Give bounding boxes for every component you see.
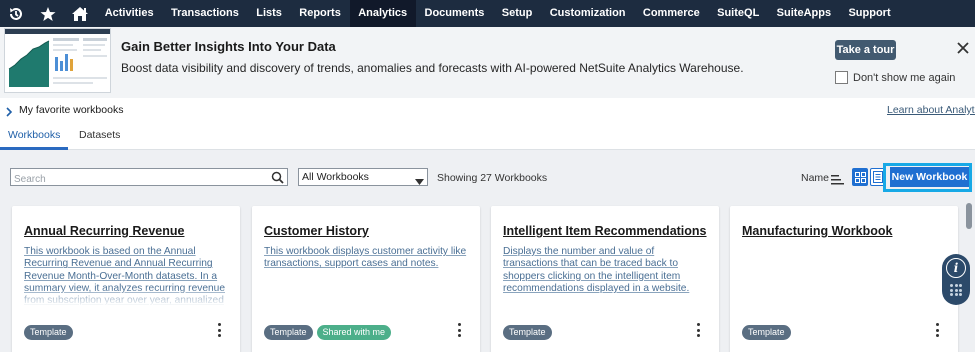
template-badge: Template (24, 325, 73, 340)
workbook-title[interactable]: Intelligent Item Recommendations (503, 224, 707, 238)
nav-commerce[interactable]: Commerce (634, 0, 708, 27)
nav-reports[interactable]: Reports (291, 0, 350, 27)
grid-view-toggle[interactable] (852, 168, 868, 186)
search-box (10, 168, 288, 189)
nav-customization[interactable]: Customization (541, 0, 634, 27)
tabs-bar: Workbooks Datasets (0, 122, 975, 150)
active-tab-indicator (0, 147, 68, 150)
workbook-card[interactable]: Intelligent Item Recommendations Display… (491, 206, 719, 352)
search-icon[interactable] (271, 171, 284, 189)
checkbox-box[interactable] (835, 71, 848, 84)
banner-title: Gain Better Insights Into Your Data (121, 39, 336, 54)
nav-analytics[interactable]: Analytics (349, 0, 416, 27)
badge-row: Template (24, 325, 73, 340)
nav-setup[interactable]: Setup (493, 0, 541, 27)
shared-with-me-badge: Shared with me (316, 325, 392, 340)
top-nav: Activities Transactions Lists Reports An… (0, 0, 975, 27)
more-options-icon[interactable] (216, 322, 222, 338)
help-widget[interactable]: i (942, 254, 970, 305)
workbook-title[interactable]: Customer History (264, 224, 369, 238)
sort-icon[interactable] (831, 172, 844, 190)
template-badge: Template (264, 325, 313, 340)
chevron-down-icon (415, 174, 424, 190)
nav-lists[interactable]: Lists (248, 0, 291, 27)
workbook-description: Displays the number and value of transac… (503, 246, 690, 294)
sort-by-name[interactable]: Name (801, 172, 829, 184)
workbook-title[interactable]: Manufacturing Workbook (742, 224, 892, 238)
banner-subtitle: Boost data visibility and discovery of t… (121, 61, 744, 75)
vertical-scrollbar[interactable] (966, 203, 972, 229)
tab-workbooks[interactable]: Workbooks (8, 129, 60, 141)
template-badge: Template (503, 325, 552, 340)
nav-support[interactable]: Support (840, 0, 900, 27)
close-icon[interactable] (955, 40, 971, 56)
workbook-filter-select[interactable]: All Workbooks (298, 168, 428, 186)
more-options-icon[interactable] (456, 322, 462, 338)
star-icon[interactable] (32, 0, 64, 27)
more-options-icon[interactable] (695, 322, 701, 338)
promo-banner: Gain Better Insights Into Your Data Boos… (0, 27, 975, 98)
workbook-title[interactable]: Annual Recurring Revenue (24, 224, 184, 238)
learn-about-analytics-link[interactable]: Learn about Analytics (887, 104, 975, 116)
info-icon[interactable]: i (946, 258, 966, 278)
grid-icon (854, 171, 866, 183)
home-icon[interactable] (64, 0, 96, 27)
tab-datasets[interactable]: Datasets (79, 129, 120, 141)
my-favorite-workbooks-toggle[interactable]: My favorite workbooks (19, 104, 123, 116)
workbook-card[interactable]: Manufacturing Workbook Template (730, 206, 958, 352)
nav-documents[interactable]: Documents (416, 0, 493, 27)
favorites-bar: My favorite workbooks Learn about Analyt… (0, 98, 975, 122)
badge-row: Template Shared with me (264, 325, 392, 340)
workbook-description: This workbook displays customer activity… (264, 246, 467, 270)
dont-show-again-label: Don't show me again (853, 71, 956, 84)
workbook-description: This workbook is based on the Annual Rec… (24, 246, 232, 306)
take-a-tour-button[interactable]: Take a tour (835, 40, 896, 60)
drag-handle-icon[interactable] (950, 284, 962, 296)
badge-row: Template (742, 325, 791, 340)
dont-show-again-checkbox[interactable]: Don't show me again (835, 71, 955, 84)
chevron-right-icon[interactable] (5, 104, 13, 122)
history-icon[interactable] (0, 0, 32, 27)
more-options-icon[interactable] (934, 322, 940, 338)
template-badge: Template (742, 325, 791, 340)
search-input[interactable] (11, 171, 266, 188)
workbook-filter-value: All Workbooks (302, 171, 369, 183)
banner-thumbnail (4, 28, 111, 93)
nav-suiteapps[interactable]: SuiteApps (768, 0, 840, 27)
list-icon (873, 171, 883, 183)
workbook-card[interactable]: Annual Recurring Revenue This workbook i… (12, 206, 240, 352)
badge-row: Template (503, 325, 552, 340)
nav-suiteql[interactable]: SuiteQL (708, 0, 768, 27)
new-workbook-button[interactable]: New Workbook (890, 167, 969, 187)
nav-activities[interactable]: Activities (96, 0, 162, 27)
workbook-count: Showing 27 Workbooks (437, 172, 548, 184)
nav-transactions[interactable]: Transactions (162, 0, 247, 27)
workbook-card[interactable]: Customer History This workbook displays … (252, 206, 480, 352)
